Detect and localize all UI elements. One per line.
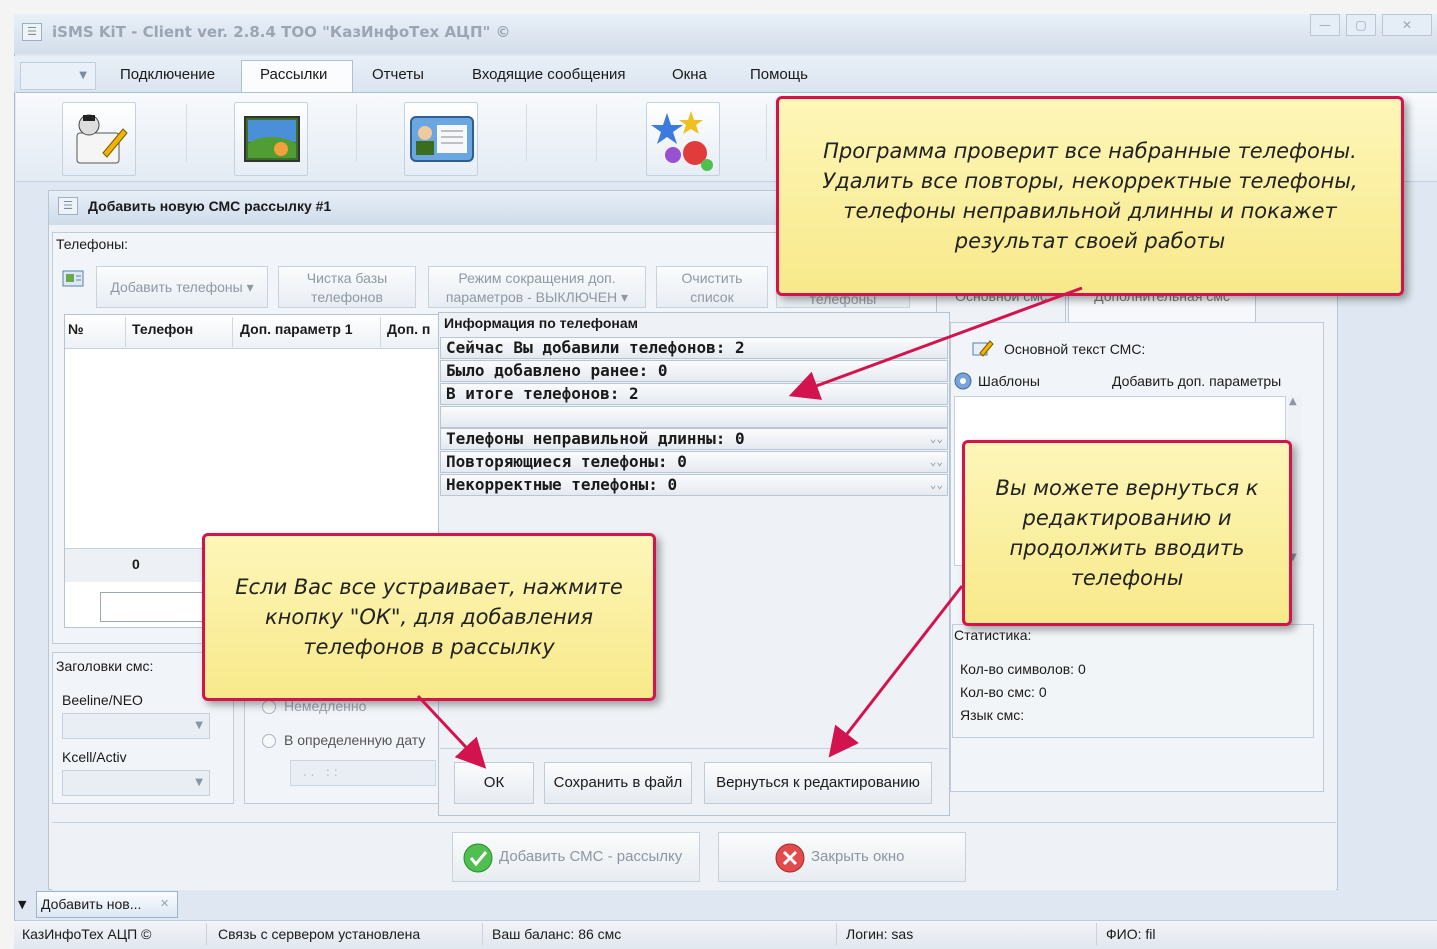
arrow-to-back-button xyxy=(828,585,964,758)
arrow-to-ok-button xyxy=(416,694,487,769)
arrow-to-total xyxy=(788,286,1083,400)
annotation-arrows xyxy=(416,286,1083,769)
